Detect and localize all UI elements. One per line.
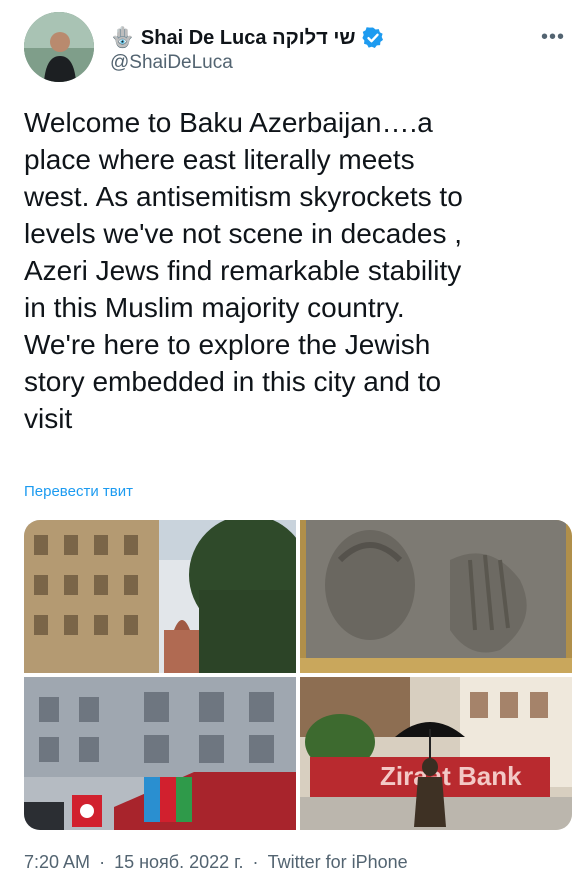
- verified-badge-icon: [362, 27, 384, 48]
- photo-baku-buildings[interactable]: [24, 520, 296, 673]
- avatar-image: [24, 12, 94, 82]
- tweet-footer: 7:20 AM · 15 нояб. 2022 г. · Twitter for…: [24, 852, 412, 873]
- tweet-text: Welcome to Baku Azerbaijan….a place wher…: [24, 107, 463, 434]
- display-name[interactable]: Shai De Luca שי דלוקה: [141, 27, 356, 50]
- media-grid: Ziraat Bank: [24, 520, 572, 830]
- girl-umbrella-statue-image: Ziraat Bank: [300, 677, 572, 830]
- user-handle[interactable]: @ShaiDeLuca: [110, 52, 233, 74]
- bank-sign-text: Ziraat Bank: [380, 761, 522, 791]
- photo-street-flags[interactable]: [24, 677, 296, 830]
- avatar[interactable]: [24, 12, 94, 82]
- more-options-icon[interactable]: •••: [541, 26, 565, 49]
- translate-tweet-link[interactable]: Перевести твит: [24, 483, 133, 500]
- tweet-header: 🪬 Shai De Luca שי דלוקה @ShaiDeLuca •••: [24, 12, 569, 82]
- baku-buildings-image: [24, 520, 296, 673]
- stone-relief-image: [300, 520, 572, 673]
- tweet-source[interactable]: Twitter for iPhone: [268, 852, 408, 872]
- name-row[interactable]: 🪬 Shai De Luca שי דלוקה: [110, 26, 385, 50]
- separator-dot: ·: [252, 852, 259, 872]
- photo-girl-umbrella-statue[interactable]: Ziraat Bank: [300, 677, 572, 830]
- tweet-time[interactable]: 7:20 AM: [24, 852, 90, 872]
- separator-dot: ·: [99, 852, 106, 872]
- hamsa-emoji: 🪬: [110, 27, 135, 49]
- photo-stone-relief[interactable]: [300, 520, 572, 673]
- tweet-date[interactable]: 15 нояб. 2022 г.: [114, 852, 243, 872]
- street-flags-image: [24, 677, 296, 830]
